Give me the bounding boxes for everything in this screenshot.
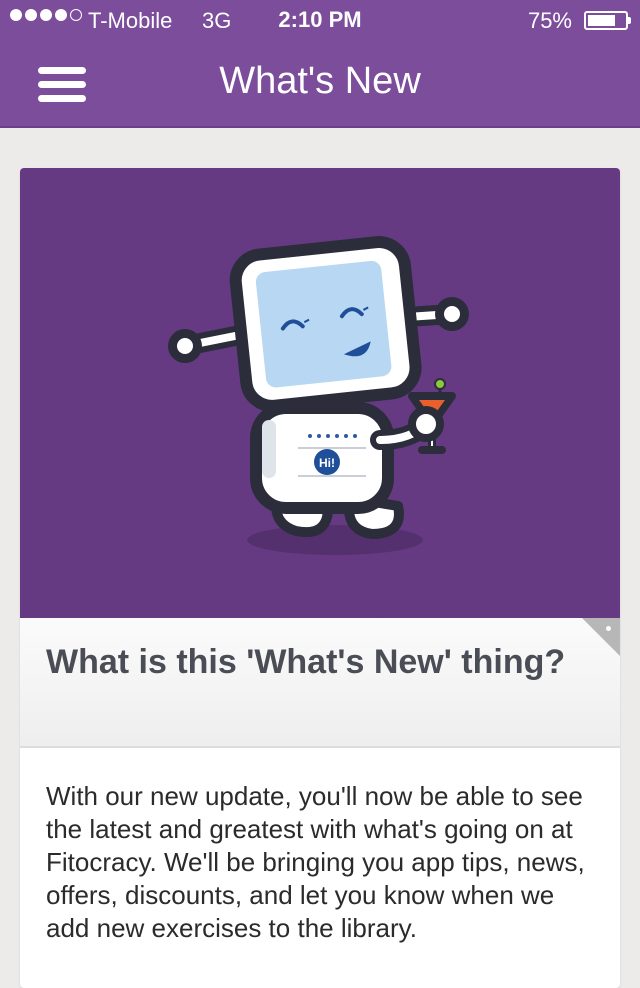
card-header: What is this 'What's New' thing? <box>20 618 620 748</box>
card-body-text: With our new update, you'll now be able … <box>46 781 585 943</box>
battery-percentage: 75% <box>527 8 572 33</box>
robot-mascot-illustration: Hi! <box>168 236 469 555</box>
nav-bar: What's New <box>0 40 640 128</box>
page-title: What's New <box>219 60 421 102</box>
status-bar: T-Mobile 3G 2:10 PM 75% <box>0 0 640 40</box>
card-hero-image: Hi! <box>20 168 620 618</box>
corner-fold-icon <box>582 618 620 656</box>
battery-icon <box>584 11 631 30</box>
news-card[interactable]: Hi! What is this 'What's New' thing? Wit… <box>20 168 620 988</box>
corner-dot-icon <box>606 626 611 631</box>
robot-badge-text: Hi! <box>319 456 335 470</box>
card-heading: What is this 'What's New' thing? <box>46 643 566 681</box>
